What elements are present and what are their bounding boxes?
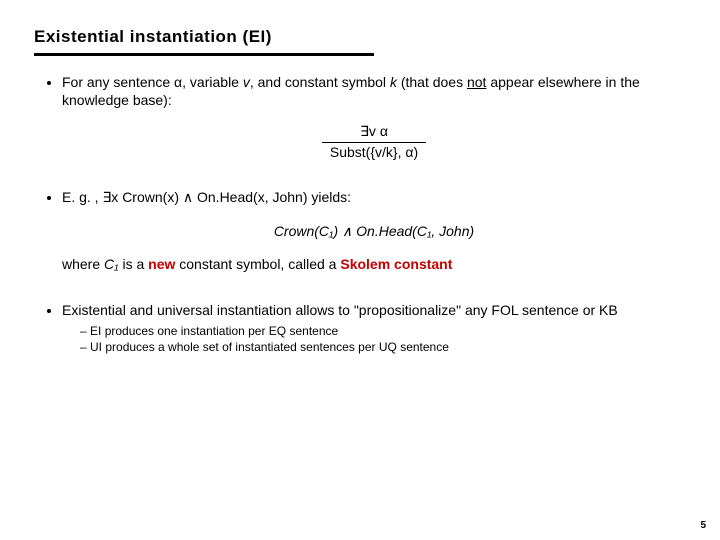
bullet-list: For any sentence α, variable v, and cons… — [34, 74, 686, 355]
def-text-2: , and constant symbol — [250, 74, 390, 90]
bullet-definition: For any sentence α, variable v, and cons… — [62, 74, 686, 161]
inference-rule-block: ∃v α Subst({v/k}, α) — [62, 123, 686, 161]
def-not: not — [467, 74, 486, 90]
where-post1: constant symbol, called a — [175, 256, 340, 272]
rule-conclusion: Subst({v/k}, α) — [322, 142, 426, 162]
title-divider — [34, 53, 374, 56]
example-line: E. g. , ∃x Crown(x) ∧ On.Head(x, John) y… — [62, 189, 351, 205]
sub-list: EI produces one instantiation per EQ sen… — [62, 323, 686, 355]
example-where: where C₁ is a new constant symbol, calle… — [62, 256, 686, 274]
def-v: v — [243, 74, 250, 90]
bullet-example: E. g. , ∃x Crown(x) ∧ On.Head(x, John) y… — [62, 189, 686, 274]
where-c1: C₁ — [104, 256, 119, 272]
sub-ei: EI produces one instantiation per EQ sen… — [80, 323, 686, 339]
rule-premise: ∃v α — [322, 123, 426, 142]
def-text-1: For any sentence α, variable — [62, 74, 243, 90]
inference-rule: ∃v α Subst({v/k}, α) — [322, 123, 426, 161]
example-conclusion: Crown(C₁) ∧ On.Head(C₁, John) — [62, 223, 686, 241]
prop-line: Existential and universal instantiation … — [62, 302, 618, 318]
where-mid: is a — [119, 256, 149, 272]
where-pre: where — [62, 256, 104, 272]
page-number: 5 — [700, 520, 706, 533]
slide: Existential instantiation (EI) For any s… — [0, 0, 720, 540]
sub-ui: UI produces a whole set of instantiated … — [80, 339, 686, 355]
bullet-propositionalize: Existential and universal instantiation … — [62, 302, 686, 356]
where-new: new — [148, 256, 175, 272]
page-title: Existential instantiation (EI) — [34, 26, 686, 47]
def-k: k — [390, 74, 397, 90]
def-text-3: (that does — [397, 74, 467, 90]
where-skolem: Skolem constant — [340, 256, 452, 272]
